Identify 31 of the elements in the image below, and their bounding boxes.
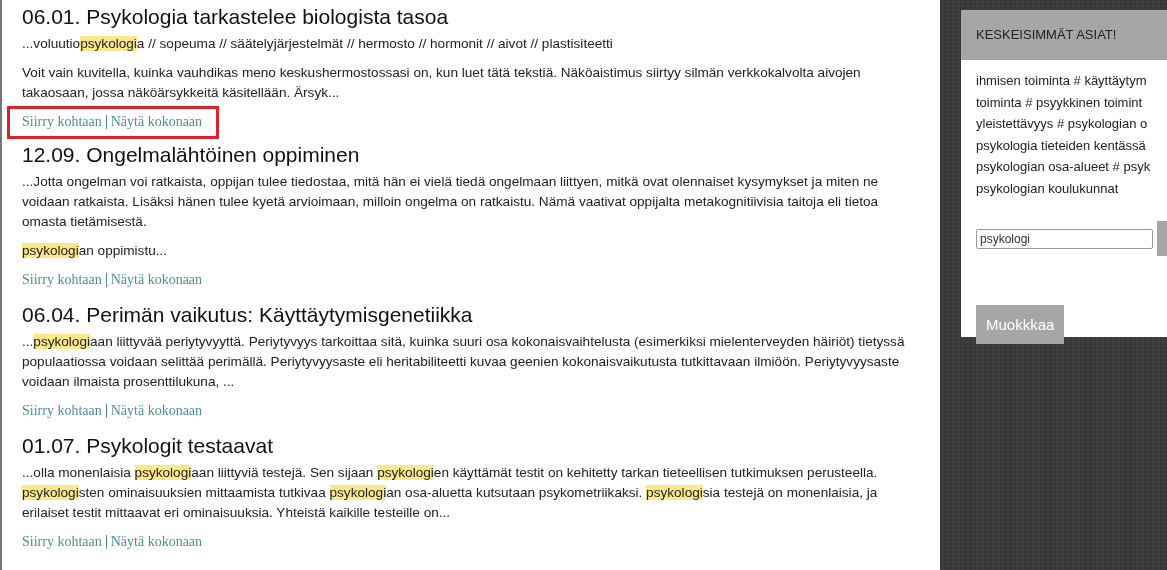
edit-button[interactable]: Muokkkaa [976, 305, 1065, 344]
go-to-link[interactable]: Siirry kohtaan [22, 114, 102, 130]
result-snippet: Voit vain kuvitella, kuinka vauhdikas meno keskushermostossasi on, kun luet tätä tekstiä. Näköaistimus siirtyy silmän verkkokalvolta aivojen takaosaan, jossa näköärsykkeitä käsitellään. Ärsyk... [22, 64, 862, 102]
show-all-link[interactable]: Näytä kokonaan [110, 534, 203, 550]
go-to-link[interactable]: Siirry kohtaan [22, 403, 102, 419]
keyword-line: psykologian osa-alueet # psyk [976, 158, 1152, 176]
keyword-line: toiminta # psyykkinen toimint [976, 93, 1144, 112]
result-title: 01.07. Psykologit testaavat [22, 433, 274, 459]
result-snippet: ...voluutiopsykologia // sopeuma // säätelyjärjestelmät // hermosto // hormonit // aivot // plastisiteetti [22, 35, 614, 53]
result-snippet: ...olla monenlaisia psykologiaan liittyviä testejä. Sen sijaan psykologien käyttämät testit on kehitetty tarkan tieteellisen tutkimuksen perusteella. psykologisten ominaisuuksien mittaamista tutkivaa psykologian osa-aluetta kutsutaan psykometriikaksi. psykologisia testejä on monenlaisia, ja erilaiset testit mittaavat eri ominaisuuksia. Yhteistä kaikille testeille on... [22, 464, 879, 522]
result-snippet: psykologian oppimistu... [22, 242, 169, 260]
show-all-link[interactable]: Näytä kokonaan [110, 114, 203, 130]
show-all-link[interactable]: Näytä kokonaan [110, 403, 203, 419]
keyword-line: yleistettävyys # psykologian o [976, 115, 1149, 133]
result-title: 06.01. Psykologia tarkastelee biologista tasoa [22, 4, 450, 30]
go-to-link[interactable]: Siirry kohtaan [22, 534, 102, 550]
link-separator [105, 273, 107, 287]
link-separator [105, 115, 107, 129]
result-title: 12.09. Ongelmalähtöinen oppiminen [22, 142, 361, 168]
keyword-line: psykologia tieteiden kentässä [976, 136, 1147, 155]
result-title: 06.04. Perimän vaikutus: Käyttäytymisgenetiikka [22, 302, 474, 328]
show-all-link[interactable]: Näytä kokonaan [110, 272, 203, 288]
keyword-line: psykologian koulukunnat [976, 179, 1120, 198]
result-snippet: ...Jotta ongelman voi ratkaista, oppijan tulee tiedostaa, mitä hän ei vielä tiedä ongelmaan liittyen, mitkä ovat olennaiset kysymykset ja miten ne voidaan ratkaista. Lisäksi hänen tulee kyetä arvioimaan, milloin ongelma on ratkaistu. Nämä vaativat oppijalta metakognitiivisia taitoja eli tietoa omasta tietämisestä. [22, 173, 880, 231]
keyword-line: ihmisen toiminta # käyttäytym [976, 72, 1148, 90]
search-field[interactable]: psykologi [976, 228, 1153, 249]
go-to-link[interactable]: Siirry kohtaan [22, 272, 102, 288]
result-snippet: ...psykologiaan liittyvää periytyvyyttä. Periytyvyys tarkoittaa sitä, kuinka suuri osa kokonaisvaihtelusta (esimerkiksi mielenterveyden häiriöt) tietyssä populaatiossa voidaan selittää perimällä. Periytyvyysaste eli heritabiliteetti kuvaa geenien kokonaisvaikutusta tutkittavaan ilmiöön. Periytyvyysaste voidaan ilmaista prosenttilukuna, ... [22, 333, 906, 391]
link-separator [105, 535, 107, 549]
panel-header: KESKEISIMMÄT ASIAT! [961, 10, 1167, 60]
link-separator [105, 404, 107, 418]
